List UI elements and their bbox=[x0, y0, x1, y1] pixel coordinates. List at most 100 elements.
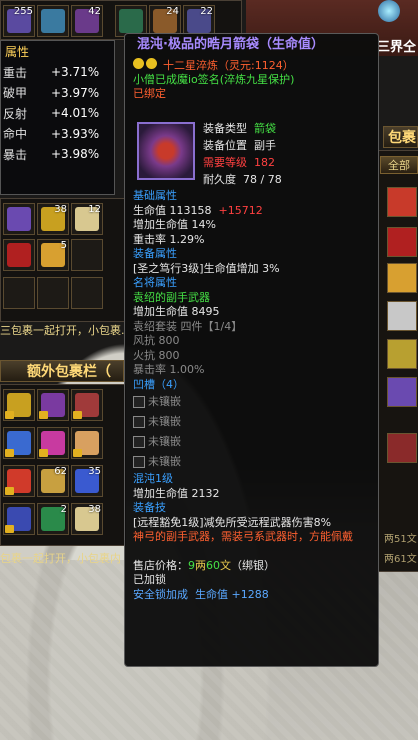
inventory-slot[interactable]: 38 bbox=[37, 203, 69, 235]
crit-rate: 重击率 1.29% bbox=[133, 232, 205, 246]
inventory-slot[interactable] bbox=[387, 263, 417, 293]
level-label: 需要等级 bbox=[203, 156, 247, 169]
inventory-slot[interactable]: 38 bbox=[71, 503, 103, 535]
inventory-slot[interactable] bbox=[37, 389, 69, 421]
attribute-row: 反射 +4.01% bbox=[1, 103, 114, 124]
attribute-label: 暴击 bbox=[3, 147, 28, 162]
inventory-slot[interactable] bbox=[387, 377, 417, 407]
attribute-value: +3.98% bbox=[51, 147, 100, 162]
durability-value: 78 / 78 bbox=[243, 173, 282, 186]
lock-icon bbox=[73, 449, 82, 457]
item-basic-info: 装备类型 箭袋 装备位置 副手 需要等级 182 耐久度 78 / 78 bbox=[203, 120, 282, 188]
slot-count: 38 bbox=[54, 204, 67, 215]
slot-count: 35 bbox=[88, 466, 101, 477]
right-panel-title: 包裹 bbox=[383, 126, 418, 148]
inventory-slot[interactable] bbox=[387, 301, 417, 331]
attribute-value: +3.97% bbox=[51, 85, 100, 100]
inventory-slot[interactable] bbox=[387, 433, 417, 463]
famous-name: 袁绍的副手武器 bbox=[133, 290, 210, 304]
inventory-slot[interactable] bbox=[387, 187, 417, 217]
attribute-title: 属性 bbox=[5, 45, 30, 59]
inventory-slot[interactable] bbox=[3, 389, 35, 421]
socket-box-icon bbox=[133, 456, 145, 468]
slot-count: 62 bbox=[54, 466, 67, 477]
inventory-slot[interactable]: 2 bbox=[37, 503, 69, 535]
inventory-slot[interactable] bbox=[3, 203, 35, 235]
chaos-title: 混沌1级 bbox=[133, 472, 173, 485]
attribute-value: +4.01% bbox=[51, 106, 100, 121]
attribute-row: 暴击 +3.98% bbox=[1, 144, 114, 165]
attribute-popup: 属性 重击 +3.71% 破甲 +3.97% 反射 +4.01% 命中 +3.93% 暴… bbox=[0, 40, 115, 195]
slot-count: 255 bbox=[13, 6, 33, 17]
lock-icon bbox=[5, 449, 14, 457]
set-wind: 风抗 800 bbox=[133, 334, 180, 347]
socket-empty: 未镶嵌 bbox=[148, 395, 181, 408]
extra-bag-title-text: 额外包裹栏（ bbox=[27, 364, 111, 380]
lock-icon bbox=[5, 411, 14, 419]
inventory-slot[interactable] bbox=[387, 227, 417, 257]
slot-count: 5 bbox=[60, 240, 67, 251]
inventory-slot[interactable] bbox=[71, 277, 103, 309]
socket-box-icon bbox=[133, 416, 145, 428]
item-quiver-icon bbox=[137, 122, 195, 180]
side-money-b: 两61文 bbox=[384, 554, 417, 565]
inventory-slot[interactable] bbox=[3, 465, 35, 497]
price-a-unit: 两 bbox=[195, 558, 206, 572]
attribute-row: 破甲 +3.97% bbox=[1, 83, 114, 104]
safe-lock-label: 安全锁加成 bbox=[133, 587, 188, 601]
price-label: 售店价格： bbox=[133, 558, 188, 572]
attribute-value: +3.93% bbox=[51, 126, 100, 141]
attribute-label: 命中 bbox=[3, 127, 28, 142]
position-value: 副手 bbox=[254, 139, 276, 152]
socket-empty: 未镶嵌 bbox=[148, 455, 181, 468]
socket-empty: 未镶嵌 bbox=[148, 435, 181, 448]
hp-percent: 增加生命值 14% bbox=[133, 218, 216, 231]
safe-lock-value: 生命值 +1288 bbox=[195, 587, 269, 601]
socket-box-icon bbox=[133, 436, 145, 448]
inventory-slot[interactable] bbox=[37, 5, 69, 37]
locked-status: 已加锁 bbox=[133, 573, 166, 586]
inventory-slot[interactable]: 42 bbox=[71, 5, 103, 37]
inventory-slot[interactable] bbox=[3, 503, 35, 535]
price-a: 9 bbox=[188, 558, 195, 572]
slot-count: 42 bbox=[88, 6, 101, 17]
inventory-slot[interactable] bbox=[71, 389, 103, 421]
price-bound: （绑银） bbox=[231, 558, 275, 572]
attribute-label: 破甲 bbox=[3, 86, 28, 101]
inventory-slot[interactable] bbox=[71, 427, 103, 459]
inventory-slot[interactable] bbox=[3, 239, 35, 271]
socket-empty: 未镶嵌 bbox=[148, 415, 181, 428]
orb-icon bbox=[378, 0, 400, 22]
inventory-slot[interactable] bbox=[3, 427, 35, 459]
inventory-slot[interactable] bbox=[37, 427, 69, 459]
position-label: 装备位置 bbox=[203, 139, 247, 152]
type-value: 箭袋 bbox=[254, 122, 276, 135]
inventory-slot[interactable]: 5 bbox=[37, 239, 69, 271]
inventory-slot[interactable]: 255 bbox=[3, 5, 35, 37]
filter-all-button[interactable]: 全部 bbox=[380, 156, 418, 174]
star-icon bbox=[146, 58, 157, 69]
zone-label: 三界仝 bbox=[376, 40, 416, 55]
inventory-slot[interactable] bbox=[3, 277, 35, 309]
attribute-value: +3.71% bbox=[51, 65, 100, 80]
bound-status: 已绑定 bbox=[133, 87, 166, 100]
inventory-slot[interactable] bbox=[37, 277, 69, 309]
skill-title: 装备技 bbox=[133, 501, 166, 514]
item-name: 混沌·极品的晧月箭袋（生命值） bbox=[137, 37, 324, 52]
inventory-slot[interactable]: 62 bbox=[37, 465, 69, 497]
inventory-slot[interactable] bbox=[71, 239, 103, 271]
socket-count: （4） bbox=[155, 377, 184, 391]
equip-attr-line: [圣之笃行3级]生命值增加 3% bbox=[133, 261, 280, 275]
slot-count: 12 bbox=[88, 204, 101, 215]
star-icon bbox=[133, 58, 144, 69]
slot-count: 22 bbox=[200, 6, 213, 17]
inventory-slot[interactable] bbox=[387, 339, 417, 369]
socket-title: 凹槽 bbox=[133, 377, 155, 391]
inventory-slot[interactable]: 35 bbox=[71, 465, 103, 497]
lock-icon bbox=[73, 411, 82, 419]
set-crit: 暴击率 1.00% bbox=[133, 363, 205, 376]
refine-stars: 十二星淬炼（灵元:1124） bbox=[163, 59, 294, 72]
inventory-slot[interactable]: 12 bbox=[71, 203, 103, 235]
equip-attr-title: 装备属性 bbox=[133, 247, 177, 260]
famous-attr-title: 名将属性 bbox=[133, 276, 177, 289]
